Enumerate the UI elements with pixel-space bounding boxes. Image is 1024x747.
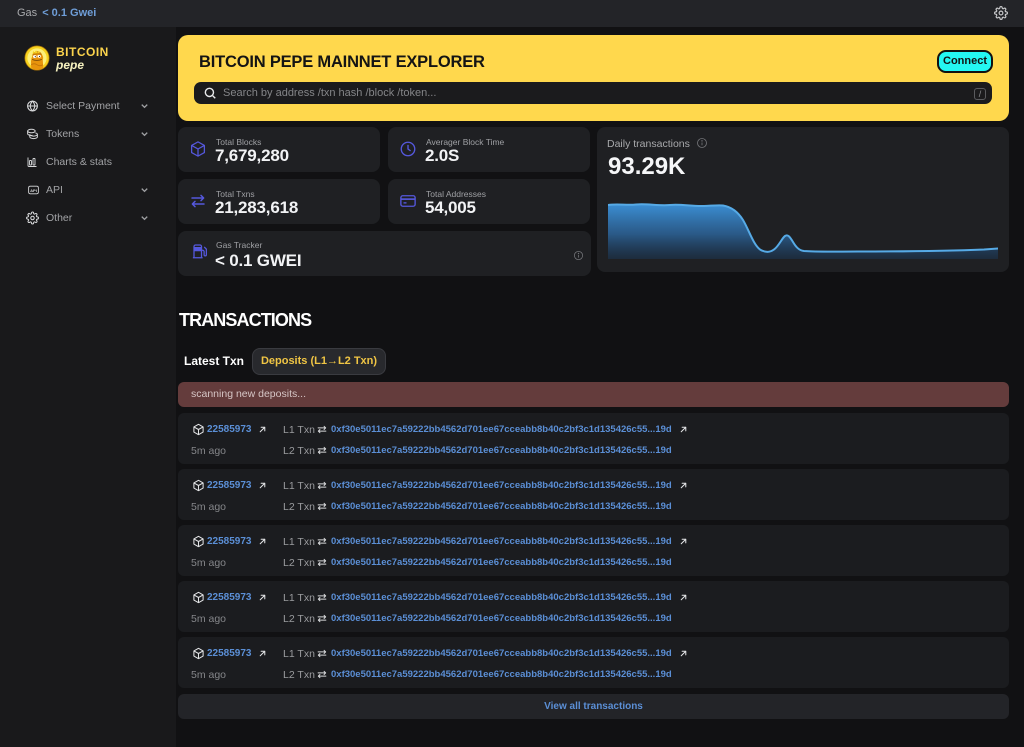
- svg-text:API: API: [30, 188, 37, 193]
